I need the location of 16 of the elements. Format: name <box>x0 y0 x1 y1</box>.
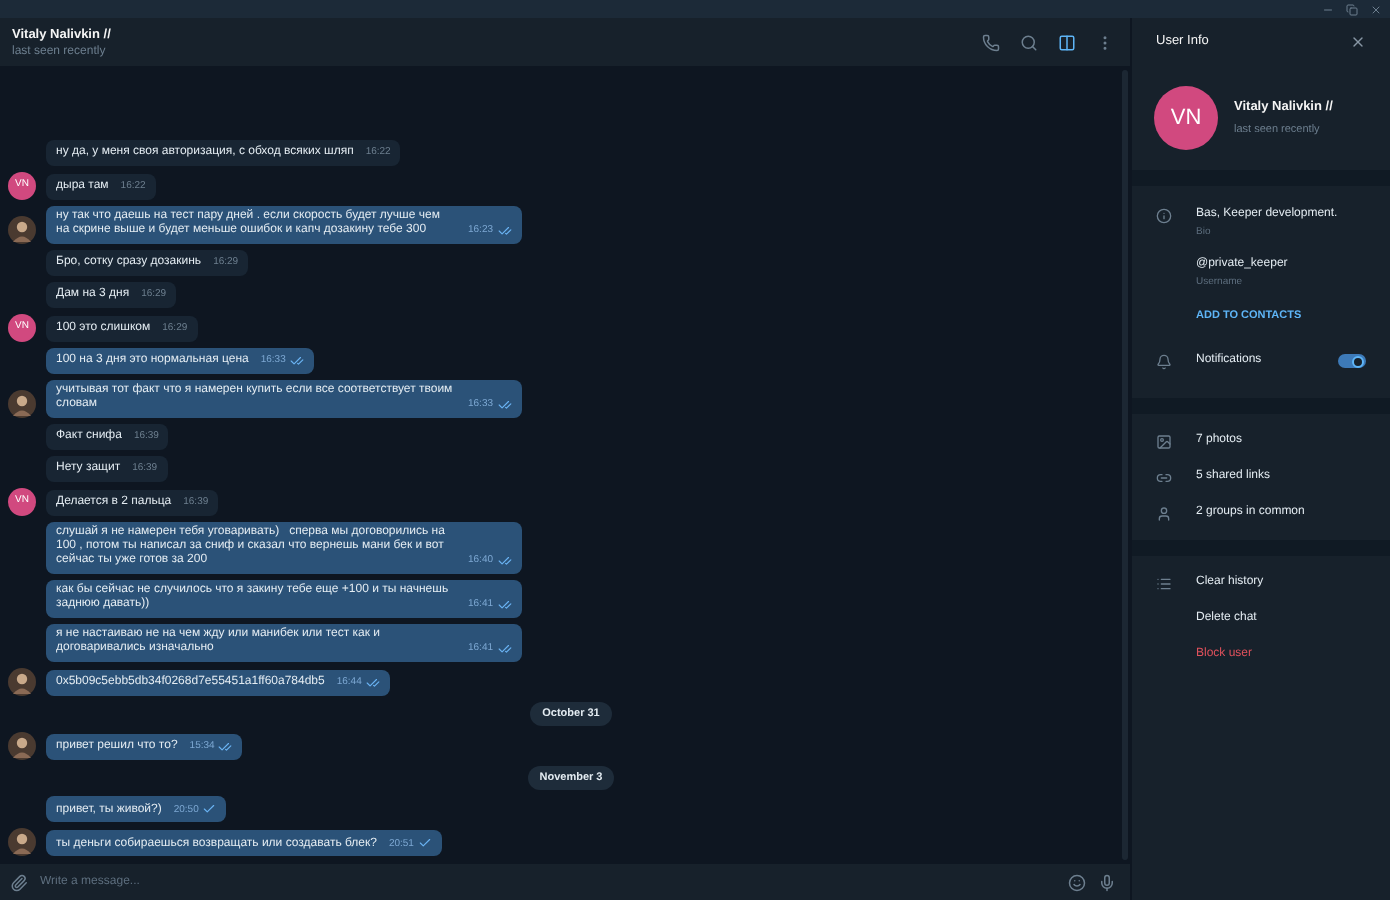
notifications-toggle[interactable] <box>1338 354 1366 369</box>
sidebar-icon[interactable] <box>1058 33 1076 51</box>
restore-icon[interactable] <box>1346 3 1358 15</box>
bell-icon <box>1156 353 1172 370</box>
info-icon <box>1156 208 1172 224</box>
person-icon <box>1156 505 1172 522</box>
link-icon <box>1156 469 1172 486</box>
phone-icon[interactable] <box>982 33 1000 51</box>
close-icon[interactable] <box>1350 34 1366 50</box>
profile-avatar: VN <box>1154 86 1218 150</box>
emoji-icon[interactable] <box>1068 873 1086 891</box>
image-icon <box>1156 433 1172 450</box>
search-icon[interactable] <box>1020 33 1038 51</box>
microphone-icon[interactable] <box>1098 873 1116 891</box>
paperclip-icon[interactable] <box>10 873 28 891</box>
close-icon[interactable] <box>1370 3 1382 15</box>
